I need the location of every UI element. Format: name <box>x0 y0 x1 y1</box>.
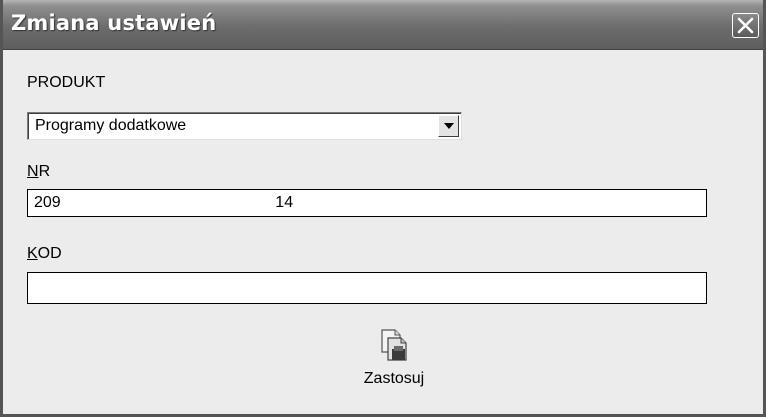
kod-field[interactable] <box>27 272 707 304</box>
settings-dialog: Zmiana ustawień PRODUKT Programy dodatko… <box>0 0 766 417</box>
kod-label: KOD <box>27 245 62 263</box>
close-button[interactable] <box>732 13 759 38</box>
nr-field[interactable] <box>27 189 707 217</box>
chevron-down-icon <box>444 123 454 129</box>
nr-label-rest: R <box>38 163 51 180</box>
nr-label-accelerator: N <box>27 163 39 180</box>
window-title: Zmiana ustawień <box>11 11 217 35</box>
apply-button[interactable]: Zastosuj <box>353 322 435 394</box>
kod-label-accelerator: K <box>27 245 38 262</box>
title-bar[interactable]: Zmiana ustawień <box>3 0 763 50</box>
product-select-dropdown-button[interactable] <box>438 115 459 137</box>
apply-button-label: Zastosuj <box>363 370 425 387</box>
product-select[interactable]: Programy dodatkowe <box>27 112 462 140</box>
nr-input[interactable] <box>28 190 706 216</box>
apply-document-icon <box>381 329 407 361</box>
close-icon <box>737 17 754 34</box>
product-label: PRODUKT <box>27 74 106 91</box>
kod-label-rest: OD <box>37 245 62 262</box>
product-select-value: Programy dodatkowe <box>35 117 187 134</box>
nr-label: NR <box>27 163 50 181</box>
kod-input[interactable] <box>28 273 706 303</box>
